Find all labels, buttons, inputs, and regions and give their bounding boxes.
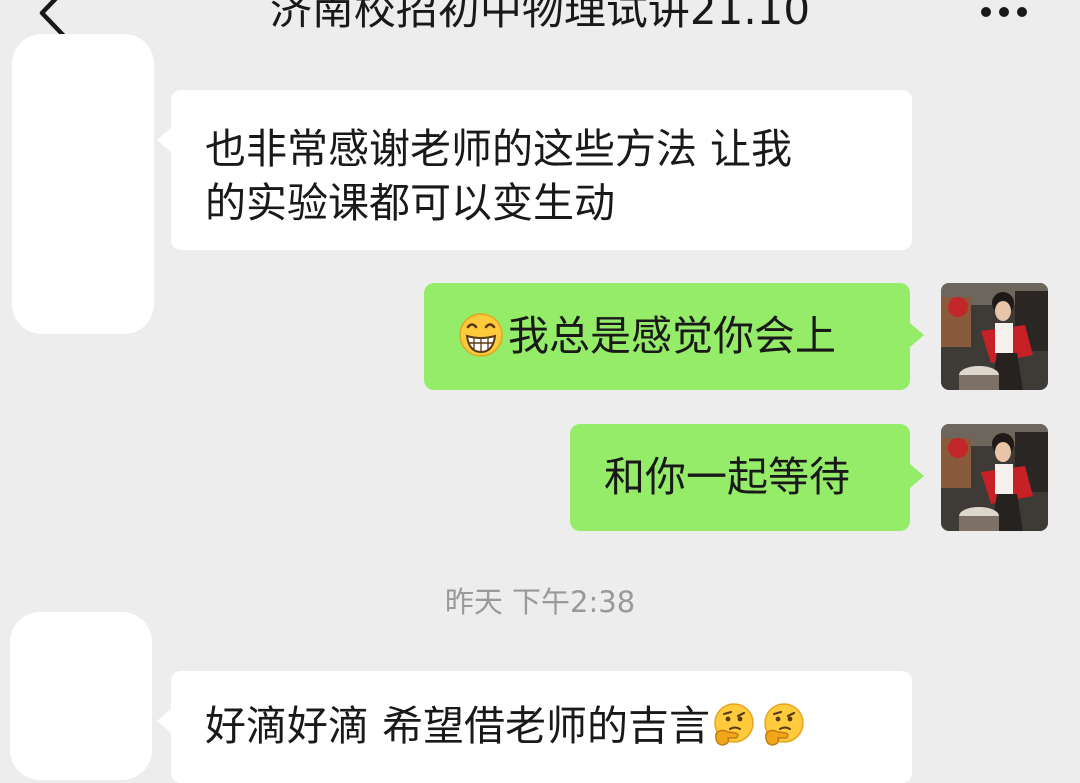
message-bubble-outgoing[interactable]: 我总是感觉你会上	[424, 283, 924, 390]
avatar[interactable]	[941, 283, 1048, 390]
message-bubble-incoming[interactable]: 好滴好滴 希望借老师的吉言	[157, 671, 912, 783]
message-text: 我总是感觉你会上	[508, 312, 836, 360]
message-text: 和你一起等待	[604, 453, 850, 501]
more-button[interactable]	[972, 0, 1036, 32]
thinking-emoji-icon	[710, 702, 756, 748]
message-text: 也非常感谢老师的这些方法 让我	[205, 125, 793, 173]
chat-title: 济南校招初中物理试讲21.10	[269, 0, 811, 34]
message-timestamp: 昨天 下午2:38	[444, 585, 636, 619]
message-text: 的实验课都可以变生动	[205, 179, 615, 227]
avatar[interactable]	[10, 612, 152, 780]
message-bubble-outgoing[interactable]: 和你一起等待	[570, 424, 924, 531]
grin-emoji-icon	[458, 312, 504, 358]
chat-header: 济南校招初中物理试讲21.10	[0, 0, 1080, 46]
thinking-emoji-icon	[760, 702, 806, 748]
ellipsis-icon	[981, 7, 1027, 17]
message-bubble-incoming[interactable]: 也非常感谢老师的这些方法 让我 的实验课都可以变生动	[157, 90, 912, 250]
avatar[interactable]	[12, 34, 154, 334]
message-text: 好滴好滴 希望借老师的吉言	[205, 702, 711, 750]
avatar[interactable]	[941, 424, 1048, 531]
